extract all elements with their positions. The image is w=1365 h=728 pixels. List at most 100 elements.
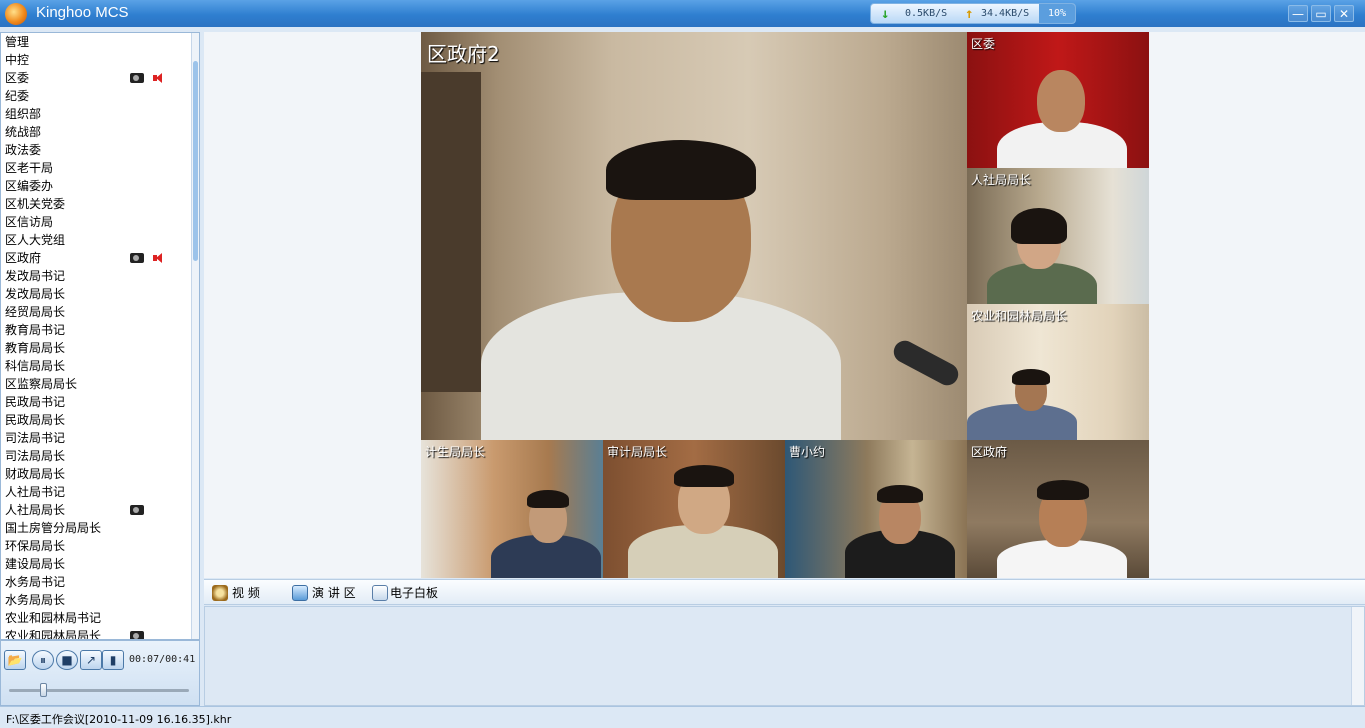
whiteboard-icon: [372, 585, 388, 601]
participant-name: 教育局书记: [5, 323, 66, 337]
participant-name: 农业和园林局书记: [5, 611, 102, 625]
playback-slider-track[interactable]: [9, 689, 189, 692]
list-item[interactable]: 司法局书记: [1, 429, 191, 447]
list-item[interactable]: 纪委: [1, 87, 191, 105]
list-item[interactable]: 水务局书记: [1, 573, 191, 591]
participant-items: 管理中控区委纪委 组织部 统战部 政法委 区老干局 区编委办 区机关党委 区信访局 区人大党组区…: [1, 33, 191, 639]
list-item[interactable]: 经贸局局长: [1, 303, 191, 321]
list-item[interactable]: 司法局局长: [1, 447, 191, 465]
layout-button[interactable]: ▮: [102, 650, 124, 670]
participant-figure: [491, 490, 601, 578]
list-item[interactable]: 人社局书记: [1, 483, 191, 501]
layout-icon: ▮: [109, 653, 117, 667]
list-item[interactable]: 区信访局: [1, 213, 191, 231]
list-item[interactable]: 区监察局局长: [1, 375, 191, 393]
list-item[interactable]: 发改局局长: [1, 285, 191, 303]
participant-figure: [997, 480, 1127, 578]
list-item[interactable]: 教育局局长: [1, 339, 191, 357]
list-item[interactable]: 财政局局长: [1, 465, 191, 483]
main-video-tile[interactable]: 区政府2: [421, 32, 967, 440]
scrollbar-thumb[interactable]: [193, 61, 198, 261]
list-item[interactable]: 区编委办: [1, 177, 191, 195]
tab-content-panel: [204, 606, 1365, 706]
tab-whiteboard[interactable]: 电子白板: [370, 583, 438, 603]
stop-button[interactable]: ■: [56, 650, 78, 670]
fullscreen-button[interactable]: ↗: [80, 650, 102, 670]
upload-rate: 34.4KB/S: [981, 8, 1030, 19]
list-item[interactable]: 国土房管分局局长: [1, 519, 191, 537]
participant-name: 司法局书记: [5, 431, 66, 445]
list-item[interactable]: 发改局书记: [1, 267, 191, 285]
list-item[interactable]: 政法委: [1, 141, 191, 159]
participant-name: 国土房管分局局长: [5, 521, 102, 535]
network-status: ↓ 0.5KB/S ↑ 34.4KB/S 10%: [870, 3, 1076, 24]
tab-content-scrollbar[interactable]: [1351, 607, 1364, 705]
participant-list-scrollbar[interactable]: [191, 33, 199, 639]
playback-controls: 📂 ⏸ ■ ↗ ▮ 00:07/00:41: [0, 640, 200, 706]
list-item[interactable]: 区老干局: [1, 159, 191, 177]
list-item[interactable]: 统战部: [1, 123, 191, 141]
list-item[interactable]: 水务局局长: [1, 591, 191, 609]
participant-name: 发改局书记: [5, 269, 66, 283]
camera-icon: [130, 505, 144, 515]
video-tile-jisheng[interactable]: 计生局局长: [421, 440, 603, 578]
playback-slider-thumb[interactable]: [39, 683, 47, 697]
participant-name: 司法局局长: [5, 449, 66, 463]
list-item[interactable]: 区委: [1, 69, 191, 87]
download-arrow-icon: ↓: [881, 6, 890, 22]
status-bar: F:\区委工作会议[2010-11-09 16.16.35].khr: [0, 706, 1365, 728]
minimize-button[interactable]: —: [1288, 5, 1308, 22]
playback-time: 00:07/00:41: [129, 654, 196, 665]
tab-speech[interactable]: 演 讲 区: [290, 583, 356, 603]
tab-video[interactable]: 视 频: [210, 583, 260, 603]
bookshelf: [421, 72, 481, 392]
participant-name: 区政府: [5, 251, 42, 265]
list-item[interactable]: 中控: [1, 51, 191, 69]
participant-name: 中控: [5, 53, 30, 67]
close-button[interactable]: ✕: [1334, 5, 1354, 22]
speaker-icon: [153, 73, 165, 83]
list-item[interactable]: 建设局局长: [1, 555, 191, 573]
list-item[interactable]: 区政府: [1, 249, 191, 267]
list-item[interactable]: 教育局书记: [1, 321, 191, 339]
video-tile-renshe[interactable]: 人社局局长: [967, 168, 1149, 304]
app-logo-icon: [5, 3, 27, 25]
video-tile-label: 审计局局长: [607, 445, 668, 459]
participant-name: 人社局书记: [5, 485, 66, 499]
participant-name: 区委: [5, 71, 30, 85]
list-item[interactable]: 农业和园林局书记: [1, 609, 191, 627]
participant-list: 管理中控区委纪委 组织部 统战部 政法委 区老干局 区编委办 区机关党委 区信访局 区人大党组区…: [0, 32, 200, 640]
video-tile-shenji[interactable]: 审计局局长: [603, 440, 785, 578]
pause-button[interactable]: ⏸: [32, 650, 54, 670]
list-item[interactable]: 农业和园林局局长: [1, 627, 191, 639]
video-tile-quwei[interactable]: 区委: [967, 32, 1149, 168]
open-file-button[interactable]: 📂: [4, 650, 26, 670]
list-item[interactable]: 组织部: [1, 105, 191, 123]
list-item[interactable]: 人社局局长: [1, 501, 191, 519]
video-tile-label: 区政府: [971, 445, 1008, 459]
pause-icon: ⏸: [39, 653, 46, 667]
participant-name: 教育局局长: [5, 341, 66, 355]
list-item[interactable]: 管理: [1, 33, 191, 51]
video-area: 区政府2 区委 人社局局长 农业和园林局局长 计生局局长 审计局局长 曹小约 区…: [204, 32, 1365, 578]
video-tile-nongye[interactable]: 农业和园林局局长: [967, 304, 1149, 440]
video-tile-caoxiaoyue[interactable]: 曹小约: [785, 440, 967, 578]
participant-name: 发改局局长: [5, 287, 66, 301]
participant-name: 区监察局局长: [5, 377, 78, 391]
expand-icon: ↗: [85, 653, 97, 667]
tab-video-label: 视 频: [232, 586, 260, 600]
list-item[interactable]: 环保局局长: [1, 537, 191, 555]
list-item[interactable]: 区机关党委: [1, 195, 191, 213]
camera-icon: [130, 253, 144, 263]
participant-figure: [628, 465, 778, 578]
participant-figure: [845, 485, 965, 578]
list-item[interactable]: 民政局书记: [1, 393, 191, 411]
video-tile-quzhengfu[interactable]: 区政府: [967, 440, 1149, 578]
participant-name: 水务局局长: [5, 593, 66, 607]
camera-icon: [130, 73, 144, 83]
list-item[interactable]: 科信局局长: [1, 357, 191, 375]
participant-name: 建设局局长: [5, 557, 66, 571]
list-item[interactable]: 民政局局长: [1, 411, 191, 429]
list-item[interactable]: 区人大党组: [1, 231, 191, 249]
restore-button[interactable]: ▭: [1311, 5, 1331, 22]
